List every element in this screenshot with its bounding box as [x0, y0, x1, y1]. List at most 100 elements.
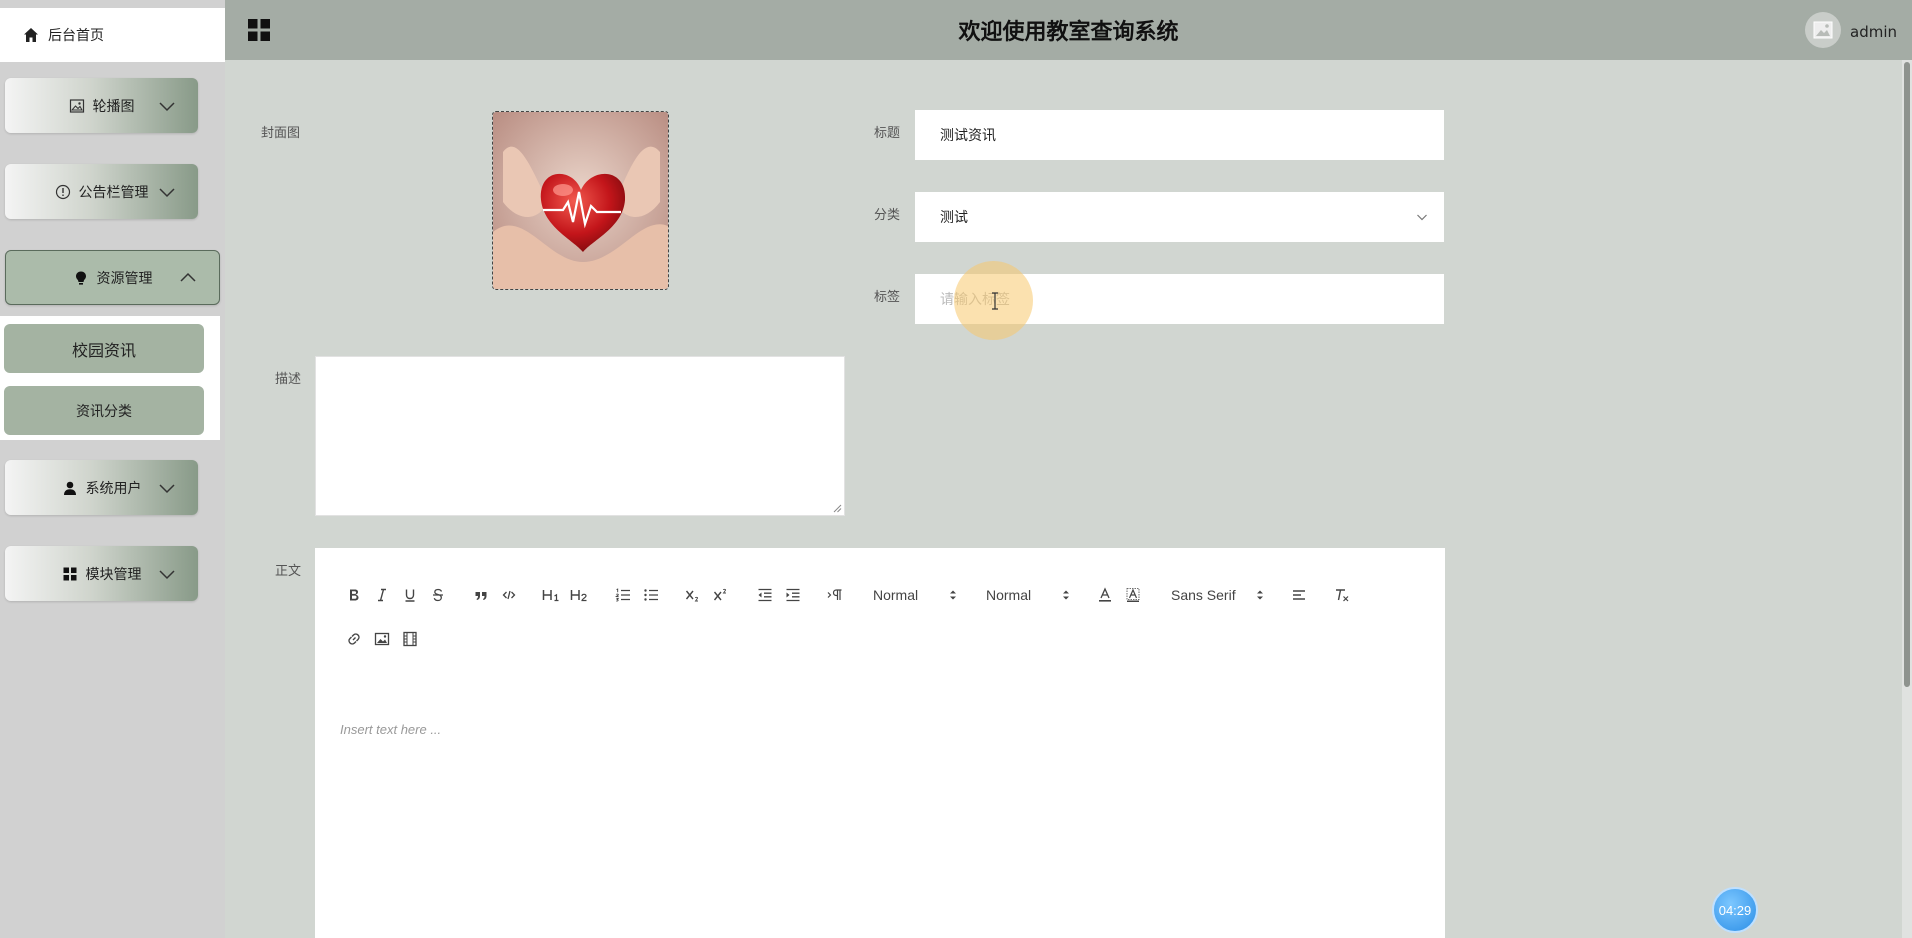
sidebar-item-label: 系统用户 [85, 480, 142, 497]
video-icon [403, 631, 417, 647]
sort-arrows-icon [1063, 590, 1069, 600]
clear-format-icon [1336, 589, 1349, 602]
chevron-down-icon [159, 483, 175, 493]
submenu-resources: 校园资讯 资讯分类 [0, 316, 220, 440]
sidebar-item-modules[interactable]: 模块管理 [5, 546, 198, 601]
code-icon [502, 590, 516, 600]
sidebar-item-label: 资源管理 [96, 270, 153, 287]
page-title: 欢迎使用教室查询系统 [958, 20, 1179, 45]
strike-button[interactable] [427, 584, 449, 606]
header-2-button[interactable] [568, 584, 590, 606]
home-icon [22, 26, 40, 44]
cover-image [493, 112, 668, 289]
bullet-list-button[interactable] [640, 584, 662, 606]
top-header: 欢迎使用教室查询系统 admin [225, 0, 1912, 60]
font-color-icon [1099, 587, 1111, 602]
cover-label: 封面图 [261, 126, 301, 141]
clean-format-button[interactable] [1331, 584, 1353, 606]
category-select-value: 测试 [940, 210, 968, 226]
link-button[interactable] [343, 628, 365, 650]
editor-placeholder: Insert text here ... [340, 722, 442, 737]
category-select[interactable]: 测试 [915, 192, 1444, 242]
font-select-value: Sans Serif [1171, 587, 1236, 603]
resize-handle-icon[interactable] [833, 504, 842, 513]
submenu-item-news-category[interactable]: 资讯分类 [4, 386, 204, 435]
italic-icon [378, 588, 386, 602]
heading-1-icon [542, 590, 559, 602]
font-color-button[interactable] [1094, 584, 1116, 606]
blockquote-button[interactable] [470, 584, 492, 606]
bullet-list-icon [644, 589, 658, 601]
image-icon [69, 98, 85, 114]
size-select-value: Normal [986, 587, 1032, 603]
user-icon [62, 480, 78, 496]
strikethrough-icon [433, 588, 443, 602]
chevron-down-icon [159, 101, 175, 111]
description-label: 描述 [275, 372, 302, 387]
rich-text-editor[interactable] [315, 548, 1445, 938]
grid-icon [62, 566, 78, 582]
bold-button[interactable] [343, 584, 365, 606]
indent-button[interactable] [782, 584, 804, 606]
image-placeholder-icon [1813, 21, 1833, 39]
superscript-button[interactable] [710, 584, 732, 606]
subscript-button[interactable] [682, 584, 704, 606]
code-block-button[interactable] [498, 584, 520, 606]
bold-icon [350, 589, 359, 601]
chevron-down-icon [159, 569, 175, 579]
sidebar-home[interactable]: 后台首页 [0, 8, 225, 62]
submenu-item-campus-news[interactable]: 校园资讯 [4, 324, 204, 373]
heading-2-icon [570, 590, 587, 602]
chevron-up-icon [180, 272, 196, 282]
timer-badge[interactable]: 04:29 [1712, 887, 1758, 933]
username[interactable]: admin [1850, 23, 1897, 41]
sidebar-item-notice[interactable]: 公告栏管理 [5, 164, 198, 219]
superscript-icon [713, 588, 726, 601]
image-icon [374, 632, 390, 646]
background-color-button[interactable] [1122, 584, 1144, 606]
header-select[interactable]: Normal [873, 584, 957, 606]
sidebar-item-label: 模块管理 [85, 566, 142, 583]
description-textarea[interactable] [315, 356, 845, 516]
lightbulb-icon [73, 270, 89, 286]
sidebar-item-system-users[interactable]: 系统用户 [5, 460, 198, 515]
ordered-list-button[interactable] [612, 584, 634, 606]
align-button[interactable] [1288, 584, 1310, 606]
tags-input-placeholder: 请输入标签 [940, 292, 1010, 308]
info-circle-icon [55, 184, 71, 200]
outdent-icon [758, 588, 772, 602]
tags-label: 标签 [874, 290, 901, 305]
cover-image-upload[interactable] [492, 111, 669, 290]
chevron-down-icon [159, 187, 175, 197]
link-icon [348, 633, 360, 645]
sort-arrows-icon [1257, 590, 1263, 600]
outdent-button[interactable] [754, 584, 776, 606]
video-button[interactable] [399, 628, 421, 650]
sidebar-item-carousel[interactable]: 轮播图 [5, 78, 198, 133]
quote-icon [475, 592, 487, 600]
title-label: 标题 [874, 126, 901, 141]
indent-icon [786, 588, 800, 602]
category-label: 分类 [874, 208, 901, 223]
subscript-icon [685, 590, 698, 602]
highlight-icon [1126, 588, 1140, 602]
size-select[interactable]: Normal [986, 584, 1070, 606]
text-direction-button[interactable] [824, 584, 846, 606]
image-button[interactable] [371, 628, 393, 650]
sidebar-item-label: 公告栏管理 [78, 184, 149, 201]
avatar[interactable] [1805, 12, 1841, 48]
page-scrollbar-thumb[interactable] [1904, 62, 1910, 687]
header-1-button[interactable] [540, 584, 562, 606]
title-input-value: 测试资讯 [940, 128, 996, 144]
sidebar-item-label: 轮播图 [92, 98, 135, 115]
body-label: 正文 [275, 564, 302, 579]
text-cursor-icon [992, 292, 998, 310]
underline-icon [405, 589, 415, 602]
sidebar-item-resources[interactable]: 资源管理 [5, 250, 220, 305]
font-select[interactable]: Sans Serif [1171, 584, 1264, 606]
italic-button[interactable] [371, 584, 393, 606]
align-left-icon [1293, 590, 1305, 600]
underline-button[interactable] [399, 584, 421, 606]
sort-arrows-icon [950, 590, 956, 600]
title-input[interactable]: 测试资讯 [915, 110, 1444, 160]
